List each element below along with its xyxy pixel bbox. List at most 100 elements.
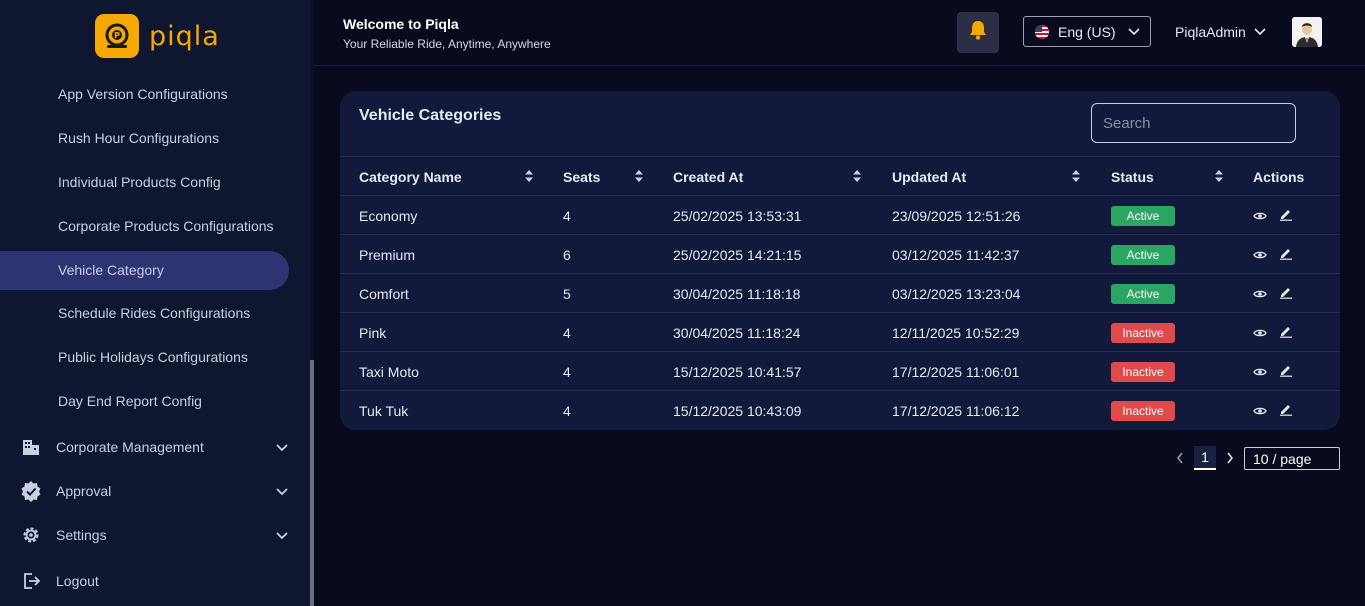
edit-pencil-icon[interactable]: [1279, 246, 1293, 263]
notifications-button[interactable]: [957, 12, 999, 53]
edit-pencil-icon[interactable]: [1279, 363, 1293, 380]
gear-icon: [20, 524, 42, 546]
svg-text:P: P: [114, 31, 120, 40]
sidebar-logout[interactable]: Logout: [20, 570, 288, 592]
cell-created-at: 25/02/2025 14:21:15: [673, 246, 802, 263]
user-menu[interactable]: PiqlaAdmin: [1175, 24, 1266, 40]
cell-seats: 5: [563, 285, 571, 302]
chevron-right-icon[interactable]: [1226, 452, 1234, 464]
cell-updated-at: 03/12/2025 13:23:04: [892, 285, 1021, 302]
cell-created-at: 15/12/2025 10:41:57: [673, 363, 802, 380]
sidebar-group-approval[interactable]: Approval: [20, 480, 288, 502]
status-badge: Inactive: [1111, 361, 1175, 382]
view-eye-icon[interactable]: [1253, 364, 1267, 380]
sidebar-item-vehicle-category[interactable]: Vehicle Category: [58, 262, 164, 278]
sidebar-scrollbar[interactable]: [310, 360, 314, 606]
building-icon: [20, 436, 42, 458]
column-header-actions: Actions: [1253, 168, 1305, 185]
cell-updated-at: 17/12/2025 11:06:12: [892, 402, 1020, 419]
edit-pencil-icon[interactable]: [1279, 285, 1293, 302]
edit-pencil-icon[interactable]: [1279, 402, 1293, 419]
table-row: Taxi Moto 4 15/12/2025 10:41:57 17/12/20…: [340, 352, 1340, 391]
cell-category-name: Premium: [359, 246, 416, 263]
verified-badge-icon: [20, 480, 42, 502]
chevron-down-icon: [276, 439, 288, 455]
sidebar: P piqla App Version Configurations Rush …: [0, 0, 310, 606]
cell-seats: 4: [563, 324, 571, 341]
language-select[interactable]: Eng (US): [1023, 16, 1151, 47]
username: PiqlaAdmin: [1175, 24, 1246, 40]
sidebar-item-rush-hour-configurations[interactable]: Rush Hour Configurations: [58, 130, 219, 146]
logo-wordmark: piqla: [149, 20, 220, 52]
column-header-created-at[interactable]: Created At: [673, 157, 743, 196]
sidebar-group-settings[interactable]: Settings: [20, 524, 288, 546]
cell-updated-at: 03/12/2025 11:42:37: [892, 246, 1020, 263]
sidebar-item-app-version-configurations[interactable]: App Version Configurations: [58, 86, 228, 102]
table-row: Comfort 5 30/04/2025 11:18:18 03/12/2025…: [340, 274, 1340, 313]
language-label: Eng (US): [1058, 23, 1116, 40]
sidebar-item-schedule-rides-configurations[interactable]: Schedule Rides Configurations: [58, 305, 250, 321]
cell-seats: 4: [563, 402, 571, 419]
table-row: Premium 6 25/02/2025 14:21:15 03/12/2025…: [340, 235, 1340, 274]
sidebar-group-corporate-management[interactable]: Corporate Management: [20, 436, 288, 458]
chevron-down-icon: [1128, 27, 1140, 36]
cell-created-at: 25/02/2025 13:53:31: [673, 207, 802, 224]
sort-icon[interactable]: [524, 169, 534, 188]
chevron-down-icon: [276, 527, 288, 543]
bell-icon: [968, 19, 988, 46]
app-logo[interactable]: P piqla: [95, 14, 220, 58]
cell-category-name: Pink: [359, 324, 387, 341]
sidebar-group-label: Corporate Management: [56, 439, 204, 455]
sort-icon[interactable]: [634, 169, 644, 188]
sidebar-item-individual-products-config[interactable]: Individual Products Config: [58, 174, 221, 190]
view-eye-icon[interactable]: [1253, 403, 1267, 419]
status-badge: Active: [1111, 283, 1175, 304]
page-size-select[interactable]: 10 / page: [1244, 447, 1340, 470]
column-header-updated-at[interactable]: Updated At: [892, 157, 966, 196]
cell-updated-at: 12/11/2025 10:52:29: [892, 324, 1020, 341]
cell-category-name: Economy: [359, 207, 418, 224]
cell-seats: 6: [563, 246, 571, 263]
sidebar-item-public-holidays-configurations[interactable]: Public Holidays Configurations: [58, 349, 248, 365]
sidebar-item-day-end-report-config[interactable]: Day End Report Config: [58, 393, 202, 409]
sort-icon[interactable]: [1214, 169, 1224, 188]
edit-pencil-icon[interactable]: [1279, 324, 1293, 341]
cell-seats: 4: [563, 363, 571, 380]
chevron-left-icon[interactable]: [1176, 452, 1184, 464]
cell-created-at: 30/04/2025 11:18:24: [673, 324, 801, 341]
view-eye-icon[interactable]: [1253, 247, 1267, 263]
status-badge: Inactive: [1111, 322, 1175, 343]
sidebar-group-label: Settings: [56, 527, 107, 543]
sort-icon[interactable]: [1071, 169, 1081, 188]
view-eye-icon[interactable]: [1253, 208, 1267, 224]
view-eye-icon[interactable]: [1253, 325, 1267, 341]
column-header-category-name[interactable]: Category Name: [359, 157, 462, 196]
avatar[interactable]: [1292, 17, 1322, 47]
logout-icon: [20, 570, 42, 592]
sidebar-item-corporate-products-configurations[interactable]: Corporate Products Configurations: [58, 218, 274, 234]
sort-icon[interactable]: [852, 169, 862, 188]
card-title: Vehicle Categories: [359, 107, 502, 124]
table-row: Pink 4 30/04/2025 11:18:24 12/11/2025 10…: [340, 313, 1340, 352]
edit-pencil-icon[interactable]: [1279, 207, 1293, 224]
status-badge: Inactive: [1111, 400, 1175, 421]
status-badge: Active: [1111, 244, 1175, 265]
cell-category-name: Taxi Moto: [359, 363, 419, 380]
column-header-status[interactable]: Status: [1111, 157, 1154, 196]
page-number-button[interactable]: 1: [1194, 446, 1216, 470]
search-input[interactable]: [1091, 103, 1296, 143]
cell-category-name: Tuk Tuk: [359, 402, 409, 419]
cell-category-name: Comfort: [359, 285, 409, 302]
sidebar-group-label: Approval: [56, 483, 112, 499]
cell-created-at: 30/04/2025 11:18:18: [673, 285, 801, 302]
cell-updated-at: 17/12/2025 11:06:01: [892, 363, 1020, 380]
cell-updated-at: 23/09/2025 12:51:26: [892, 207, 1021, 224]
welcome-subtitle: Your Reliable Ride, Anytime, Anywhere: [343, 37, 551, 51]
table-row: Tuk Tuk 4 15/12/2025 10:43:09 17/12/2025…: [340, 391, 1340, 430]
status-badge: Active: [1111, 205, 1175, 226]
cell-created-at: 15/12/2025 10:43:09: [673, 402, 802, 419]
column-header-seats[interactable]: Seats: [563, 157, 600, 196]
table-header: Category Name Seats Created At Updated A…: [340, 156, 1340, 196]
view-eye-icon[interactable]: [1253, 286, 1267, 302]
us-flag-icon: [1034, 24, 1050, 40]
